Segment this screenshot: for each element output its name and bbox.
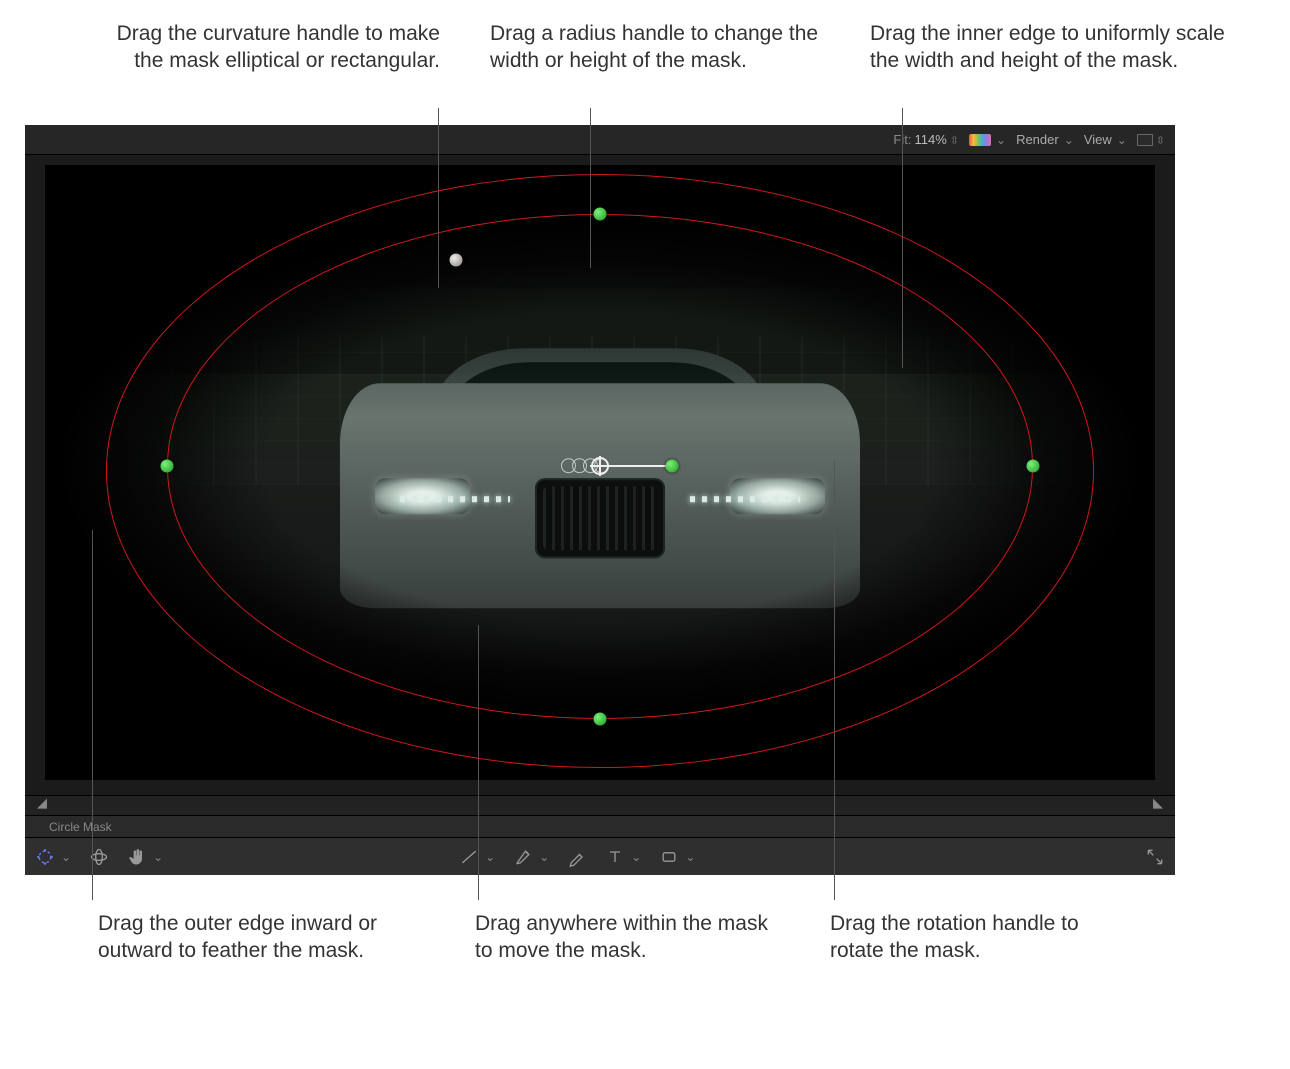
leader-move [478, 625, 479, 900]
callout-curvature: Drag the curvature handle to make the ma… [110, 20, 440, 75]
rectangle-mask-tool[interactable] [659, 847, 695, 867]
selected-layer-bar: Circle Mask [25, 815, 1175, 837]
text-tool[interactable] [605, 847, 641, 867]
chevron-down-icon [537, 849, 549, 864]
fit-value: 114% [914, 132, 946, 147]
callout-move: Drag anywhere within the mask to move th… [475, 910, 775, 965]
curvature-handle[interactable] [449, 254, 462, 267]
viewer-window: Fit: 114% Render View [25, 125, 1175, 875]
canvas-tool-bar [25, 837, 1175, 875]
render-menu[interactable]: Render [1016, 132, 1074, 147]
callout-inner: Drag the inner edge to uniformly scale t… [870, 20, 1240, 75]
callout-rotate: Drag the rotation handle to rotate the m… [830, 910, 1130, 965]
pen-tool[interactable] [513, 847, 549, 867]
playhead-in-icon[interactable]: ◢ [37, 795, 47, 811]
chevron-down-icon [1062, 132, 1074, 147]
radius-handle-right[interactable] [1026, 460, 1039, 473]
leader-radius [590, 108, 591, 268]
color-channels-menu[interactable] [969, 132, 1006, 147]
stepper-icon [1156, 132, 1165, 147]
chevron-down-icon [994, 132, 1006, 147]
viewer-canvas[interactable] [45, 165, 1155, 780]
timeline-mini-strip[interactable]: ◢ ◣ [25, 795, 1175, 815]
chevron-down-icon [683, 849, 695, 864]
stepper-icon [950, 132, 959, 147]
leader-rotate [834, 460, 835, 900]
callout-radius: Drag a radius handle to change the width… [490, 20, 820, 75]
fullscreen-toggle[interactable] [1145, 847, 1165, 867]
radius-handle-top[interactable] [594, 208, 607, 221]
chevron-down-icon [1115, 132, 1127, 147]
view-menu[interactable]: View [1084, 132, 1127, 147]
rotation-arm[interactable] [600, 465, 672, 467]
chevron-down-icon [629, 849, 641, 864]
callout-outer: Drag the outer edge inward or outward to… [98, 910, 398, 965]
radius-handle-left[interactable] [161, 460, 174, 473]
pan-tool[interactable] [127, 847, 163, 867]
aspect-ratio-icon [1137, 134, 1153, 146]
shape-mask-tool[interactable] [35, 847, 71, 867]
view-label: View [1084, 132, 1112, 147]
radius-handle-bottom[interactable] [594, 712, 607, 725]
render-label: Render [1016, 132, 1059, 147]
rotation-handle[interactable] [666, 460, 679, 473]
playhead-out-icon[interactable]: ◣ [1153, 795, 1163, 811]
paint-stroke-tool[interactable] [567, 847, 587, 867]
chevron-down-icon [59, 849, 71, 864]
aspect-ratio-menu[interactable] [1137, 132, 1165, 147]
leader-curvature [438, 108, 439, 288]
leader-outer [92, 530, 93, 900]
leader-inner [902, 108, 903, 368]
color-channels-icon [969, 134, 991, 146]
chevron-down-icon [151, 849, 163, 864]
fit-zoom-control[interactable]: Fit: 114% [893, 132, 959, 147]
chevron-down-icon [483, 849, 495, 864]
selected-layer-name: Circle Mask [49, 820, 112, 834]
viewer-top-toolbar: Fit: 114% Render View [25, 125, 1175, 155]
